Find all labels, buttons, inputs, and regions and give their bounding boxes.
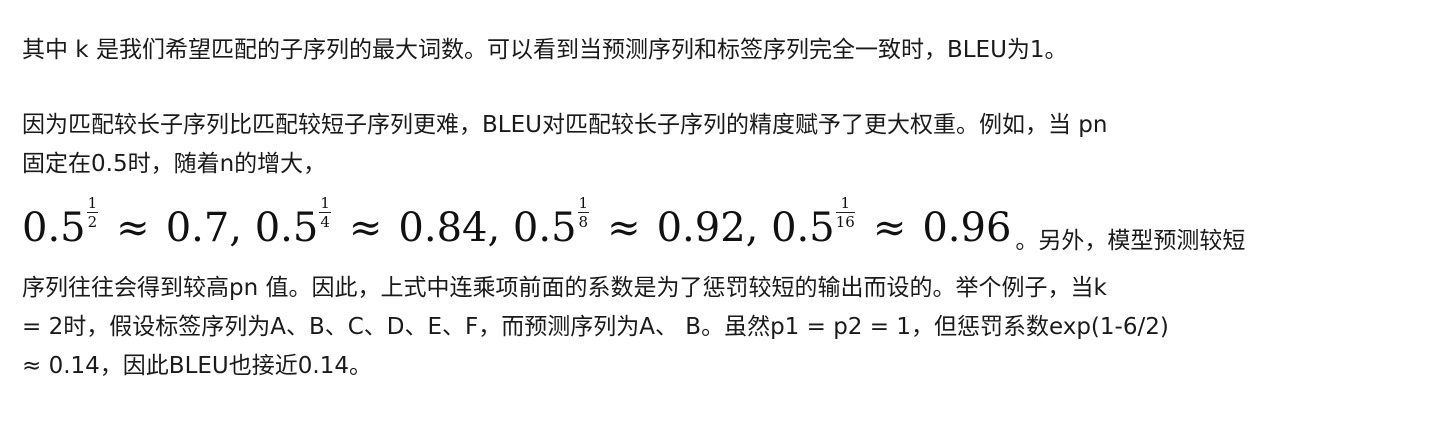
paragraph-weight-line-2: 固定在0.5时，随着n的增大，	[22, 151, 327, 177]
formula-term: 0.5 1 4	[254, 194, 331, 251]
precision-formula: 0.5 1 2 ≈0.7, 0.5 1 4 ≈0.84, 0.5 1 8 ≈0.92, 0.5 1 1…	[22, 193, 1011, 263]
formula-trailing-text: 。另外，模型预测较短	[1015, 228, 1246, 254]
fraction-exponent: 14	[319, 194, 331, 231]
formula-term: 0.5 1 8	[512, 194, 590, 251]
formula-term: 0.5 1 2	[22, 194, 99, 251]
paragraph-weight-line-6: ≈ 0.14，因此BLEU也接近0.14。	[22, 353, 372, 379]
formula-line: 0.5 1 2 ≈0.7, 0.5 1 4 ≈0.84, 0.5 1 8 ≈0.92, 0.5 1 1…	[22, 193, 1245, 263]
paragraph-weight-line-1: 因为匹配较长子序列比匹配较短子序列更难，BLEU对匹配较长子序列的精度赋予了更大…	[22, 112, 1108, 138]
document-body: 其中 k 是我们希望匹配的子序列的最大词数。可以看到当预测序列和标签序列完全一致…	[0, 0, 1435, 427]
paragraph-bleu-definition: 其中 k 是我们希望匹配的子序列的最大词数。可以看到当预测序列和标签序列完全一致…	[22, 37, 1068, 63]
paragraph-weight-line-4: 序列往往会得到较高pn 值。因此，上式中连乘项前面的系数是为了惩罚较短的输出而设…	[22, 275, 1107, 301]
fraction-exponent: 18	[577, 194, 590, 231]
formula-term: 0.5 1 16	[771, 194, 855, 251]
paragraph-weight-line-5: = 2时，假设标签序列为A、B、C、D、E、F，而预测序列为A、 B。虽然p1 …	[22, 314, 1169, 340]
fraction-exponent: 1 16	[835, 194, 855, 231]
fraction-exponent: 12	[86, 194, 99, 231]
